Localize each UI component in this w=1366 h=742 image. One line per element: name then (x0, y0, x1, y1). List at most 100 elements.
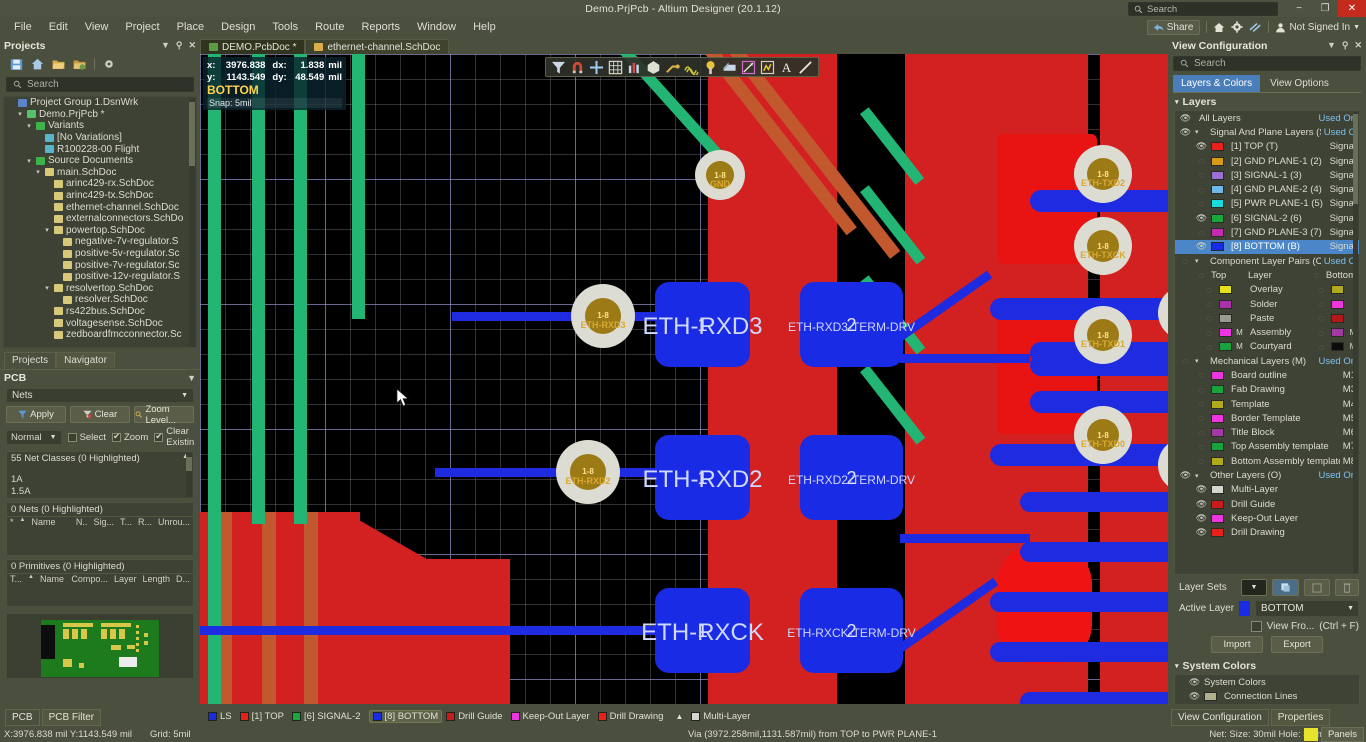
global-search-input[interactable]: Search (1128, 2, 1278, 16)
mechanical-layer-row[interactable]: ◌ Bottom Assembly template M8 (1175, 454, 1359, 468)
component-layer-pair-row[interactable]: ◌MAssembly◌M (1175, 325, 1359, 339)
mechanical-layers-group-row[interactable]: ◌ ▾ Mechanical Layers (M) Used On (1175, 354, 1359, 368)
board-shape-icon[interactable] (760, 60, 775, 75)
system-colors-list[interactable]: 👁 System Colors 👁 Connection Lines (1174, 674, 1360, 705)
signal-layer-row[interactable]: ◌ [5] PWR PLANE-1 (5) Signal (1175, 197, 1359, 211)
restore-button[interactable]: ❐ (1312, 0, 1338, 17)
signal-layer-row[interactable]: ◌ [3] SIGNAL-1 (3) Signal (1175, 168, 1359, 182)
layer-color-swatch[interactable] (1211, 413, 1224, 423)
mechanical-layer-row[interactable]: ◌ Title Block M6 (1175, 426, 1359, 440)
pin-icon[interactable]: ⚲ (1342, 40, 1349, 51)
crosshair-icon[interactable] (589, 60, 604, 75)
tab-projects[interactable]: Projects (4, 352, 57, 368)
layer-color-swatch[interactable] (1211, 456, 1224, 466)
nets-col[interactable]: Sig... (93, 517, 114, 527)
measure-icon[interactable] (627, 60, 642, 75)
eye-off-icon[interactable]: ◌ (1179, 356, 1192, 366)
all-layers-row[interactable]: 👁 All Layers Used On (1175, 111, 1359, 125)
prim-col[interactable]: Layer (114, 574, 137, 584)
menu-item-place[interactable]: Place (169, 19, 213, 35)
project-tree-item[interactable]: positive-7v-regulator.Sc (4, 259, 196, 271)
nets-col[interactable]: Unrou... (158, 517, 190, 527)
eye-off-icon[interactable]: ◌ (1195, 413, 1208, 423)
project-tree-item[interactable]: [No Variations] (4, 132, 196, 144)
net-classes-scrollbar[interactable] (186, 453, 192, 497)
account-status[interactable]: Not Signed In ▼ (1275, 22, 1360, 33)
eye-icon[interactable]: 👁 (1195, 499, 1208, 510)
layer-color-swatch[interactable] (1211, 170, 1224, 180)
eye-off-icon[interactable]: ◌ (1195, 270, 1208, 280)
export-button[interactable]: Export (1271, 636, 1323, 653)
eye-off-icon[interactable]: ◌ (1315, 342, 1328, 352)
layer-color-swatch[interactable] (1211, 228, 1224, 238)
nets-col[interactable]: T... (120, 517, 132, 527)
project-tree-item[interactable]: resolver.SchDoc (4, 294, 196, 306)
clear-button[interactable]: Clear (70, 406, 130, 423)
pcb-pad-round[interactable]: 1-8 (556, 440, 620, 504)
layers-scrollbar[interactable] (1353, 112, 1358, 573)
tab-layers-and-colors[interactable]: Layers & Colors (1173, 75, 1261, 92)
eye-off-icon[interactable]: ◌ (1195, 456, 1208, 466)
eye-icon[interactable]: 👁 (1188, 691, 1201, 702)
open-project-icon[interactable] (73, 58, 86, 71)
pcb-pad-round[interactable]: 1-8 (1074, 217, 1132, 275)
eye-icon[interactable]: 👁 (1195, 213, 1208, 224)
eye-off-icon[interactable]: ◌ (1195, 199, 1208, 209)
polygon-icon[interactable] (646, 60, 661, 75)
collapse-arrow-icon[interactable]: ▾ (1195, 357, 1203, 365)
nets-col[interactable]: N.. (76, 517, 88, 527)
pair-top-color-swatch[interactable] (1219, 328, 1232, 338)
layer-set-delete-button[interactable] (1335, 579, 1359, 596)
eye-icon[interactable]: 👁 (1188, 677, 1201, 688)
eye-off-icon[interactable]: ◌ (1203, 342, 1216, 352)
menu-item-reports[interactable]: Reports (353, 19, 408, 35)
tree-expand-arrow-icon[interactable]: ▾ (43, 284, 51, 292)
project-tree-item[interactable]: positive-5v-regulator.Sc (4, 248, 196, 260)
panel-menu-icon[interactable]: ▼ (161, 40, 170, 51)
eye-icon[interactable]: 👁 (1195, 484, 1208, 495)
layer-color-swatch[interactable] (1211, 528, 1224, 538)
eye-icon[interactable]: 👁 (1195, 241, 1208, 252)
layer-set-save-button[interactable] (1304, 579, 1330, 596)
component-layer-pair-row[interactable]: ◌ Paste ◌ (1175, 311, 1359, 325)
active-layer-select[interactable]: BOTTOM ▼ (1255, 600, 1359, 617)
apply-button[interactable]: Apply (6, 406, 66, 423)
signal-layer-row[interactable]: 👁 [1] TOP (T) Signal (1175, 140, 1359, 154)
eye-off-icon[interactable]: ◌ (1203, 328, 1216, 338)
collapse-arrow-icon[interactable]: ▾ (1195, 128, 1203, 136)
pair-bottom-color-swatch[interactable] (1331, 285, 1344, 295)
eye-icon[interactable]: 👁 (1179, 470, 1192, 481)
project-tree-item[interactable]: zedboardfmcconnector.Sc (4, 329, 196, 341)
other-layer-row[interactable]: 👁 Multi-Layer (1175, 483, 1359, 497)
project-tree-item[interactable]: voltagesense.SchDoc (4, 317, 196, 329)
tree-expand-arrow-icon[interactable]: ▾ (43, 226, 51, 234)
doc-tab-ethernet-channel-schdoc[interactable]: ethernet-channel.SchDoc (305, 39, 450, 54)
eye-off-icon[interactable]: ◌ (1315, 299, 1328, 309)
checkbox-select[interactable]: Select (67, 432, 106, 443)
project-tree-item[interactable]: ▾ powertop.SchDoc (4, 225, 196, 237)
import-button[interactable]: Import (1211, 636, 1263, 653)
project-tree-item[interactable]: ethernet-channel.SchDoc (4, 201, 196, 213)
pcb-scope-select[interactable]: Nets ▼ (6, 388, 194, 403)
home-icon[interactable] (31, 58, 44, 71)
project-tree-item[interactable]: externalconnectors.SchDo (4, 213, 196, 225)
prim-col[interactable]: D... (176, 574, 190, 584)
prim-col[interactable]: Name (40, 574, 65, 584)
eye-off-icon[interactable]: ◌ (1203, 285, 1216, 295)
eye-off-icon[interactable]: ◌ (1195, 399, 1208, 409)
pcb-pad-round[interactable]: 1-8 (1074, 406, 1132, 464)
component-layer-pair-row[interactable]: ◌ Overlay ◌ (1175, 283, 1359, 297)
layer-color-swatch[interactable] (1211, 385, 1224, 395)
zoom-level-button[interactable]: Zoom Level... (134, 404, 194, 426)
layer-color-swatch[interactable] (1211, 242, 1224, 252)
other-layers-group-row[interactable]: 👁 ▾ Other Layers (O) Used On (1175, 468, 1359, 482)
signal-layer-row[interactable]: 👁 [8] BOTTOM (B) Signal (1175, 239, 1359, 254)
eye-off-icon[interactable]: ◌ (1315, 285, 1328, 295)
prim-col[interactable]: Length (142, 574, 170, 584)
prim-col[interactable]: Compo... (71, 574, 108, 584)
connection-icon[interactable] (1249, 22, 1262, 33)
eye-off-icon[interactable]: ◌ (1195, 228, 1208, 238)
collapse-arrow-icon[interactable]: ▾ (1195, 472, 1203, 480)
pair-bottom-color-swatch[interactable] (1331, 313, 1344, 323)
layer-tab[interactable]: Multi-Layer (691, 711, 754, 722)
